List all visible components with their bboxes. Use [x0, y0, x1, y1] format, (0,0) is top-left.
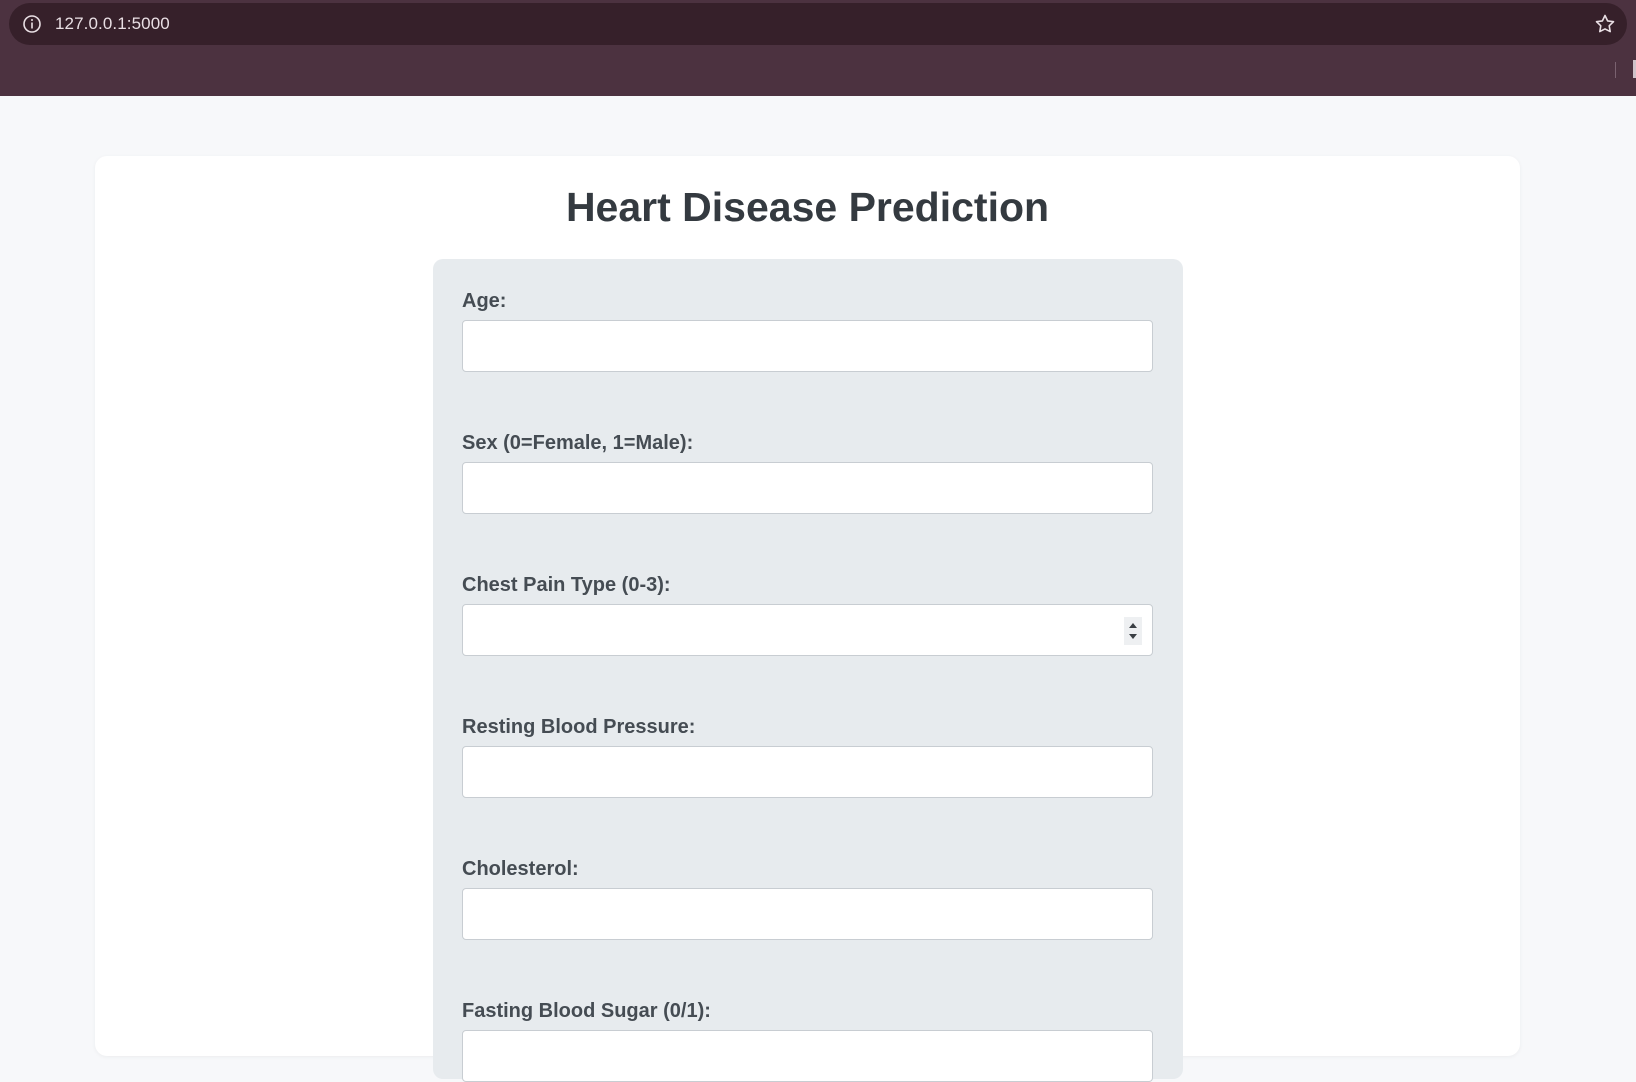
field-chest-pain-type: Chest Pain Type (0-3):: [462, 574, 1153, 656]
age-input[interactable]: [462, 320, 1153, 372]
field-resting-blood-pressure: Resting Blood Pressure:: [462, 716, 1153, 798]
field-label: Age:: [462, 290, 507, 312]
star-icon[interactable]: [1593, 12, 1617, 36]
field-label: Fasting Blood Sugar (0/1):: [462, 1000, 711, 1022]
cholesterol-input[interactable]: [462, 888, 1153, 940]
page-title: Heart Disease Prediction: [565, 184, 1050, 230]
field-label: Resting Blood Pressure:: [462, 716, 696, 738]
field-label: Cholesterol:: [462, 858, 579, 880]
fasting-blood-sugar-input[interactable]: [462, 1030, 1153, 1082]
field-fasting-blood-sugar: Fasting Blood Sugar (0/1):: [462, 1000, 1153, 1082]
field-label: Chest Pain Type (0-3):: [462, 574, 671, 596]
url-text[interactable]: 127.0.0.1:5000: [55, 14, 170, 34]
browser-chrome: 127.0.0.1:5000: [0, 0, 1636, 96]
field-age: Age:: [462, 290, 1153, 372]
spinner-icon[interactable]: [1124, 617, 1142, 645]
chest-pain-type-input[interactable]: [462, 604, 1153, 656]
field-sex: Sex (0=Female, 1=Male):: [462, 432, 1153, 514]
info-icon[interactable]: [20, 12, 44, 36]
field-label: Sex (0=Female, 1=Male):: [462, 432, 694, 454]
resting-blood-pressure-input[interactable]: [462, 746, 1153, 798]
toolbar-divider: [1615, 62, 1616, 78]
prediction-form: Age: Sex (0=Female, 1=Male): Chest Pain …: [433, 259, 1183, 1082]
field-cholesterol: Cholesterol:: [462, 858, 1153, 940]
page-body: Heart Disease Prediction Age: Sex (0=Fem…: [0, 96, 1636, 1082]
main-card: Heart Disease Prediction Age: Sex (0=Fem…: [95, 156, 1520, 1082]
sex-input[interactable]: [462, 462, 1153, 514]
address-bar[interactable]: 127.0.0.1:5000: [9, 3, 1627, 45]
